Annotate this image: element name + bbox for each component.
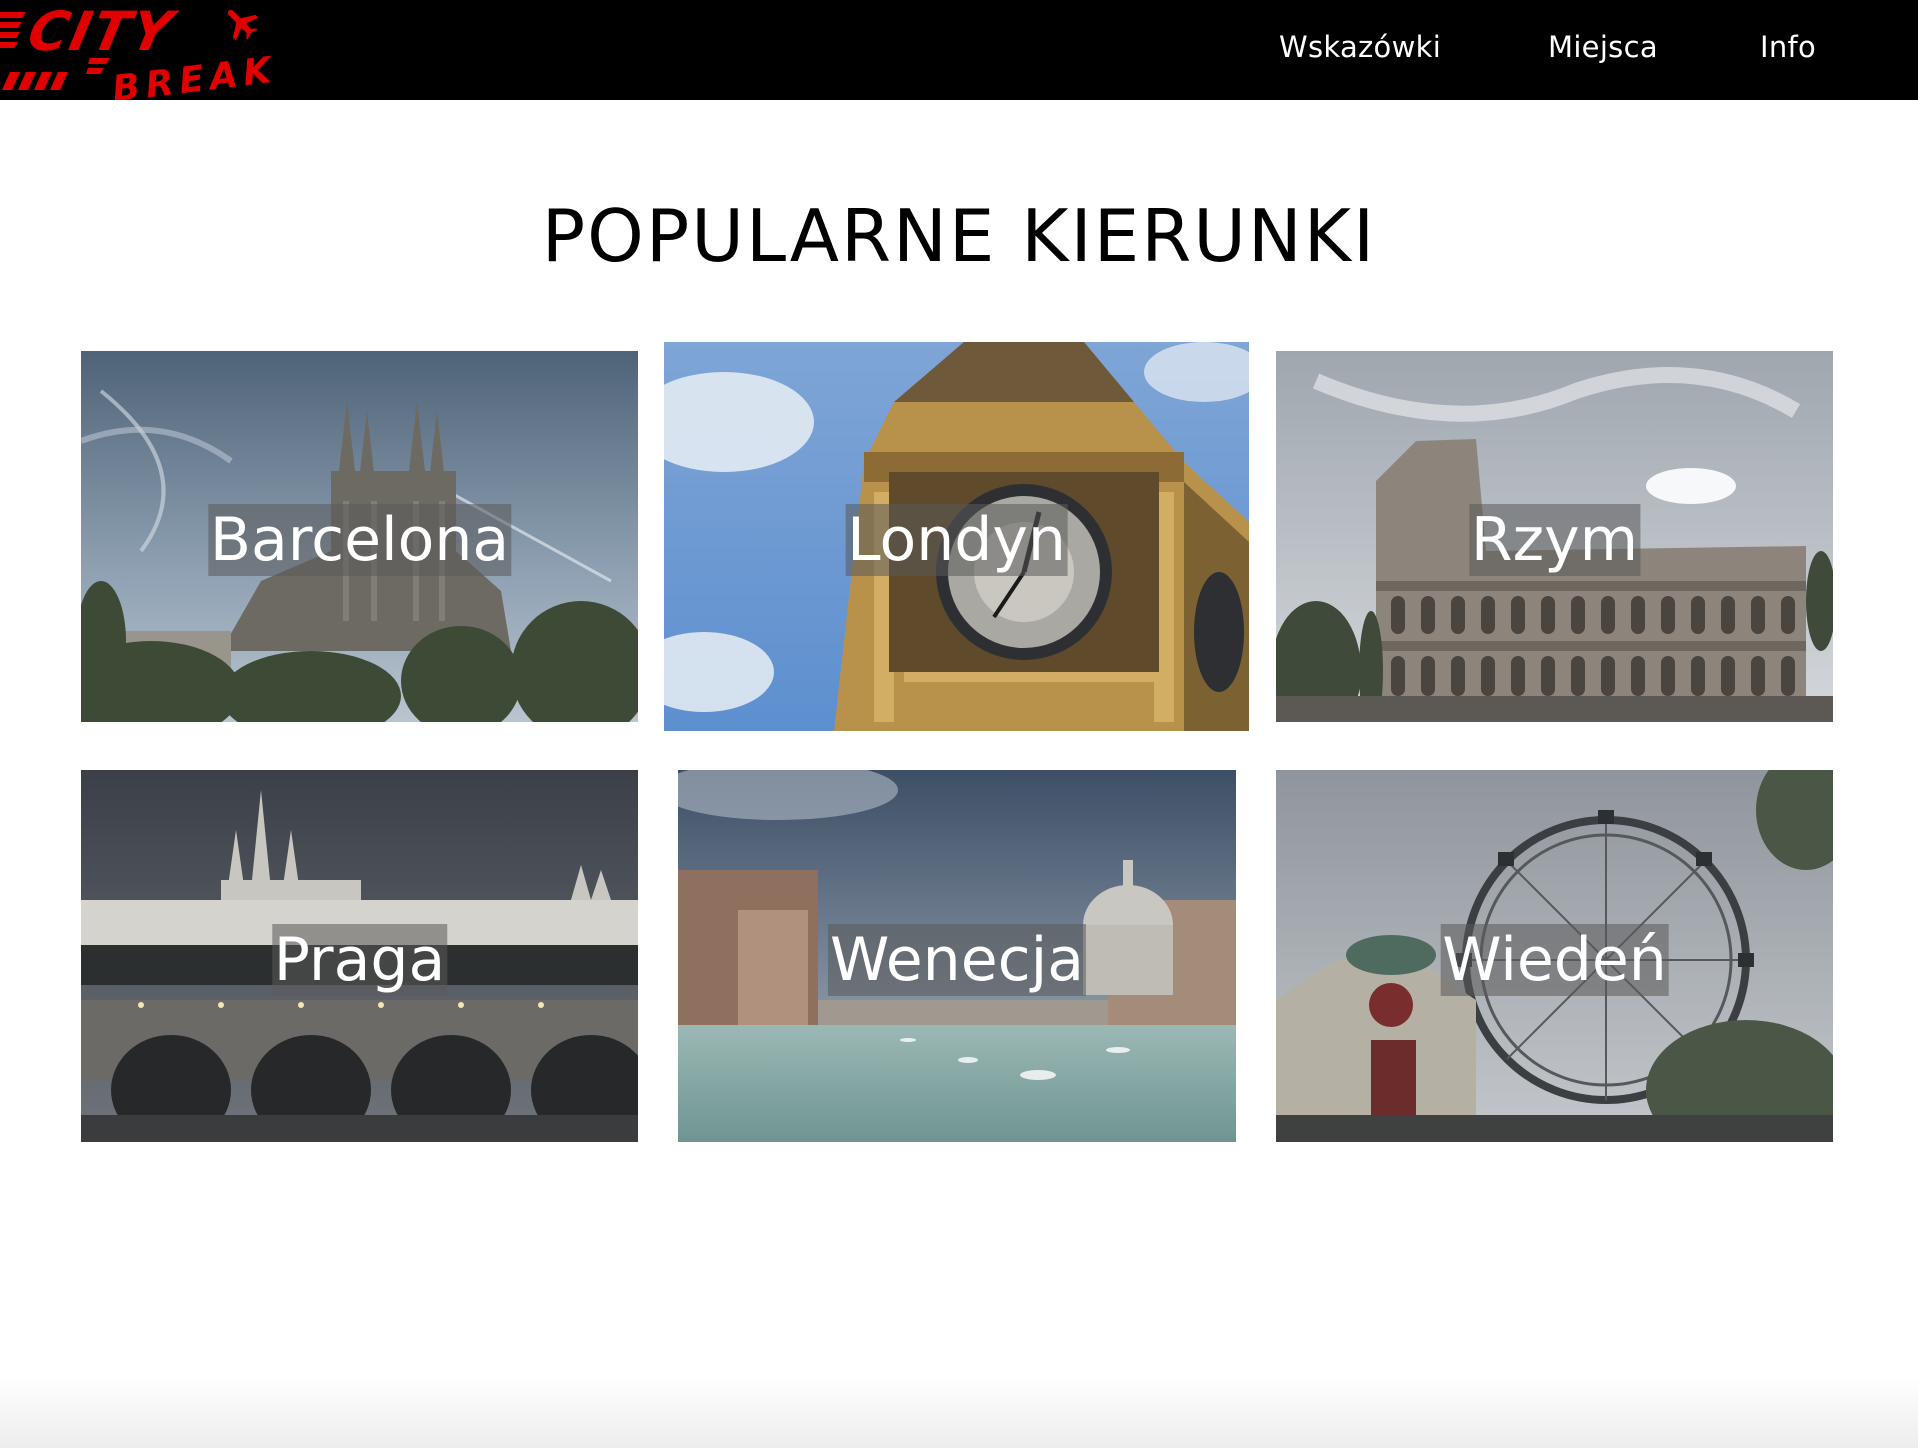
page: CITY BREAK Wskazówki Miejsca Info POPULA…	[0, 0, 1918, 1448]
page-title: POPULARNE KIERUNKI	[541, 194, 1377, 278]
destination-card-wieden[interactable]: Wiedeń	[1276, 770, 1833, 1142]
destination-label: Wenecja	[827, 924, 1087, 996]
destination-card-barcelona[interactable]: Barcelona	[81, 351, 638, 722]
airplane-icon	[227, 9, 259, 41]
bottom-shadow	[0, 1378, 1918, 1448]
logo-text-city: CITY	[23, 0, 183, 63]
city-break-logo[interactable]: CITY BREAK	[0, 0, 300, 100]
logo-graphic: CITY BREAK	[0, 0, 279, 100]
nav-item-wskazowki[interactable]: Wskazówki	[1279, 30, 1441, 64]
destination-card-londyn[interactable]: Londyn	[664, 342, 1249, 731]
top-navbar: CITY BREAK Wskazówki Miejsca Info	[0, 0, 1918, 100]
destination-card-praga[interactable]: Praga	[81, 770, 638, 1142]
destination-label: Londyn	[845, 504, 1068, 576]
destination-label: Wiedeń	[1440, 924, 1669, 996]
destination-card-wenecja[interactable]: Wenecja	[678, 770, 1236, 1142]
destination-label: Rzym	[1468, 504, 1641, 576]
nav-item-miejsca[interactable]: Miejsca	[1548, 30, 1658, 64]
destination-label: Barcelona	[207, 504, 512, 576]
nav-item-info[interactable]: Info	[1760, 30, 1816, 64]
destination-card-rzym[interactable]: Rzym	[1276, 351, 1833, 722]
destination-label: Praga	[271, 924, 448, 996]
